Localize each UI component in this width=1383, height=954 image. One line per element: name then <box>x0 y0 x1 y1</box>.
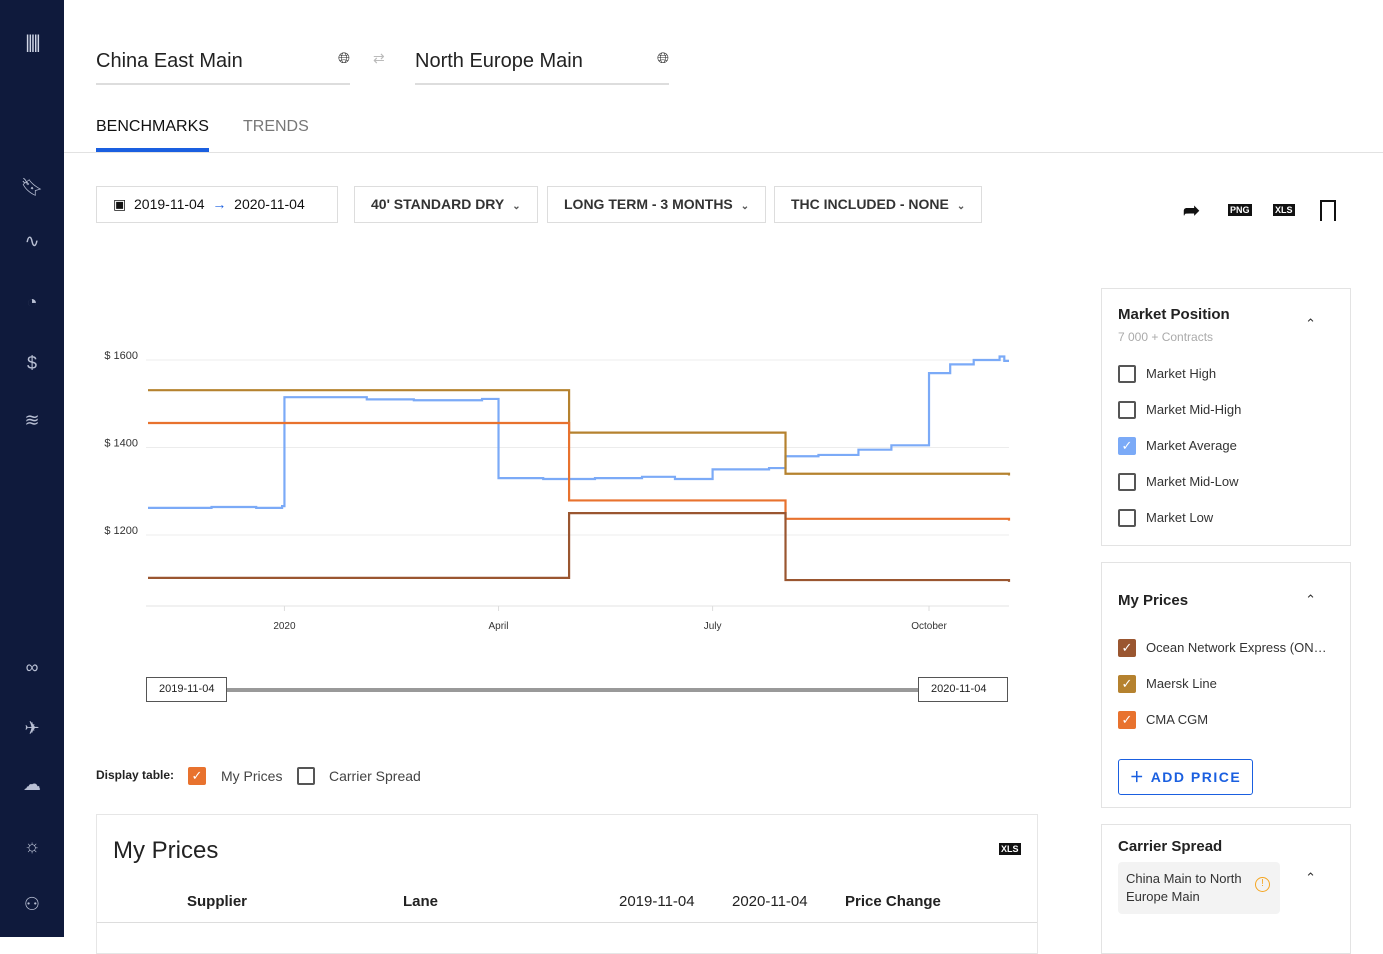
my-prices-table-checkbox[interactable]: ✓ <box>188 767 206 785</box>
collapse-icon[interactable]: ⌃ <box>1305 870 1316 886</box>
y-tick-label: $ 1600 <box>104 350 138 362</box>
carrier-checkbox[interactable]: ✓ <box>1118 639 1136 657</box>
column-header-price-change[interactable]: Price Change <box>845 893 941 910</box>
my-prices-table: My Prices XLS Supplier Lane 2019-11-04 2… <box>96 814 1038 954</box>
range-slider-start-handle[interactable]: 2019-11-04 <box>146 677 228 702</box>
lane-label: China Main to North Europe Main <box>1126 871 1242 904</box>
column-header-start-date[interactable]: 2019-11-04 <box>619 893 695 910</box>
carrier-label: CMA CGM <box>1146 712 1209 727</box>
market-position-label: Market High <box>1146 366 1217 381</box>
y-tick-label: $ 1400 <box>104 438 138 450</box>
column-header-end-date[interactable]: 2020-11-04 <box>732 893 808 910</box>
y-tick-label: $ 1200 <box>104 525 138 537</box>
market-position-label: Market Average <box>1146 438 1237 453</box>
user-icon[interactable]: ⚇ <box>20 892 44 916</box>
panel-title: Carrier Spread <box>1118 838 1223 855</box>
carrier-checkbox[interactable]: ✓ <box>1118 675 1136 693</box>
x-tick-label: July <box>704 621 722 632</box>
cloud-upload-icon[interactable]: ☁ <box>20 772 44 796</box>
xls-export-icon[interactable]: XLS <box>999 843 1021 855</box>
market-position-checkbox[interactable] <box>1118 365 1136 383</box>
lightbulb-icon[interactable]: ☼ <box>20 834 44 858</box>
my-prices-panel: My Prices ⌃ ✓ Ocean Network Express (ON… ✓… <box>1101 562 1351 808</box>
column-header-supplier[interactable]: Supplier <box>187 893 247 910</box>
range-slider-end-handle[interactable]: 2020-11-04 <box>918 677 1008 702</box>
collapse-icon[interactable]: ⌃ <box>1305 592 1316 608</box>
market-position-checkbox[interactable] <box>1118 401 1136 419</box>
warning-icon: ! <box>1255 877 1270 892</box>
carrier-label: Maersk Line <box>1146 676 1217 691</box>
market-position-checkbox[interactable] <box>1118 473 1136 491</box>
carrier-spread-table-label: Carrier Spread <box>329 768 421 784</box>
table-title: My Prices <box>113 837 219 864</box>
series-line-ocean-network-express-one- <box>148 512 1011 582</box>
display-table-label: Display table: <box>96 768 175 782</box>
my-prices-table-label: My Prices <box>221 768 283 784</box>
carrier-label: Ocean Network Express (ON… <box>1146 640 1327 655</box>
series-line-maersk-line <box>148 389 1011 476</box>
market-position-checkbox[interactable] <box>1118 509 1136 527</box>
x-tick-label: October <box>911 621 947 632</box>
market-position-panel: Market Position 7 000 + Contracts ⌃ Mark… <box>1101 288 1351 546</box>
carrier-checkbox[interactable]: ✓ <box>1118 711 1136 729</box>
carrier-spread-lane-item[interactable]: China Main to North Europe Main ! <box>1118 862 1280 914</box>
market-position-label: Market Mid-Low <box>1146 474 1239 489</box>
x-tick-label: April <box>489 621 509 632</box>
range-slider-track[interactable] <box>150 688 1006 692</box>
market-position-checkbox[interactable]: ✓ <box>1118 437 1136 455</box>
carrier-spread-table-checkbox[interactable] <box>297 767 315 785</box>
add-price-button[interactable]: ＋ ADD PRICE <box>1118 759 1253 795</box>
carrier-spread-panel: Carrier Spread China Main to North Europ… <box>1101 824 1351 954</box>
panel-title: My Prices <box>1118 592 1189 609</box>
market-position-label: Market Mid-High <box>1146 402 1242 417</box>
x-tick-label: 2020 <box>273 621 296 632</box>
add-price-label: ADD PRICE <box>1150 769 1242 785</box>
panel-title: Market Position <box>1118 306 1230 323</box>
column-header-lane[interactable]: Lane <box>403 893 438 910</box>
collapse-icon[interactable]: ⌃ <box>1305 316 1316 332</box>
panel-subtitle: 7 000 + Contracts <box>1118 330 1214 344</box>
series-line-cma-cgm <box>148 421 1011 521</box>
header-divider <box>97 922 1037 923</box>
plus-icon: ＋ <box>1129 769 1151 785</box>
market-position-label: Market Low <box>1146 510 1214 525</box>
